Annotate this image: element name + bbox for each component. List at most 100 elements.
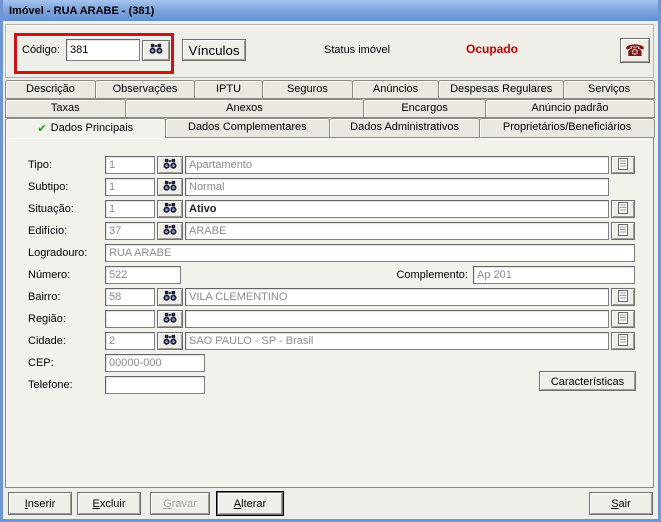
situacao-detail-button[interactable] — [611, 200, 635, 218]
tipo-label: Tipo: — [28, 159, 53, 171]
note-icon — [618, 311, 628, 327]
status-value: Ocupado — [466, 42, 519, 56]
bairro-row: Bairro: 58 VILA CLEMENTINO — [6, 288, 653, 308]
complemento-input[interactable]: Ap 201 — [473, 266, 635, 284]
tipo-search-button[interactable] — [157, 156, 183, 174]
binoculars-icon — [163, 158, 177, 173]
cidade-code-input[interactable]: 2 — [105, 332, 155, 350]
edificio-row: Edifício: 37 ARABE — [6, 222, 653, 242]
tab-dados-principais[interactable]: ✔ Dados Principais — [5, 118, 166, 138]
note-icon — [618, 223, 628, 239]
note-icon — [618, 201, 628, 217]
subtipo-code-input[interactable]: 1 — [105, 178, 155, 196]
situacao-search-button[interactable] — [157, 200, 183, 218]
codigo-label: Código: — [22, 44, 60, 56]
regiao-detail-button[interactable] — [611, 310, 635, 328]
tab-proprietarios-beneficiarios[interactable]: Proprietários/Beneficiários — [479, 118, 655, 137]
tab-encargos[interactable]: Encargos — [363, 99, 486, 118]
cep-input[interactable]: 00000-000 — [105, 354, 205, 372]
excluir-button[interactable]: Excluir — [77, 492, 141, 515]
edificio-search-button[interactable] — [157, 222, 183, 240]
subtipo-value-input[interactable]: Normal — [185, 178, 609, 196]
binoculars-icon — [163, 224, 177, 239]
situacao-label: Situação: — [28, 203, 74, 215]
telefone-label: Telefone: — [28, 379, 73, 391]
binoculars-icon — [163, 290, 177, 305]
tab-iptu[interactable]: IPTU — [194, 80, 263, 99]
gravar-button: Gravar — [150, 492, 210, 515]
subtipo-label: Subtipo: — [28, 181, 69, 193]
edificio-label: Edifício: — [28, 225, 68, 237]
note-icon — [618, 333, 628, 349]
bairro-search-button[interactable] — [157, 288, 183, 306]
tab-dados-principais-label: Dados Principais — [50, 122, 134, 134]
binoculars-icon — [163, 312, 177, 327]
bairro-label: Bairro: — [28, 291, 61, 303]
phone-button[interactable]: ☎ — [620, 38, 650, 63]
codigo-search-button[interactable] — [142, 40, 170, 61]
binoculars-icon — [163, 334, 177, 349]
window-title: Imóvel - RUA ARABE - (381) — [9, 4, 155, 17]
regiao-value-input[interactable] — [185, 310, 609, 328]
logradouro-row: Logradouro: RUA ARABE — [6, 244, 653, 264]
complemento-label: Complemento: — [396, 269, 468, 281]
binoculars-icon — [163, 180, 177, 195]
tipo-code-input[interactable]: 1 — [105, 156, 155, 174]
tipo-detail-button[interactable] — [611, 156, 635, 174]
edificio-detail-button[interactable] — [611, 222, 635, 240]
tab-strip-1: Descrição Observações IPTU Seguros Anúnc… — [5, 80, 656, 99]
note-icon — [618, 289, 628, 305]
tab-strip-2: Taxas Anexos Encargos Anúncio padrão — [5, 99, 655, 118]
bairro-code-input[interactable]: 58 — [105, 288, 155, 306]
status-label: Status imóvel — [324, 44, 391, 56]
numero-input[interactable]: 522 — [105, 266, 181, 284]
alterar-button[interactable]: Alterar — [217, 492, 283, 515]
tab-observacoes[interactable]: Observações — [94, 80, 196, 99]
regiao-search-button[interactable] — [157, 310, 183, 328]
tab-servicos[interactable]: Serviços — [563, 80, 656, 99]
cidade-value-input[interactable]: SAO PAULO - SP - Brasil — [185, 332, 609, 350]
tab-anuncios[interactable]: Anúncios — [351, 80, 440, 99]
tab-dados-administrativos[interactable]: Dados Administrativos — [329, 118, 481, 137]
inserir-button[interactable]: Inserir — [8, 492, 72, 515]
cidade-detail-button[interactable] — [611, 332, 635, 350]
regiao-code-input[interactable] — [105, 310, 155, 328]
caracteristicas-button[interactable]: Características — [539, 371, 636, 391]
edificio-value-input[interactable]: ARABE — [185, 222, 609, 240]
situacao-value-input[interactable]: Ativo — [185, 200, 609, 218]
tab-despesas-regulares[interactable]: Despesas Regulares — [438, 80, 565, 99]
sair-button[interactable]: Sair — [589, 492, 653, 515]
numero-row: Número: 522 Complemento: Ap 201 — [6, 266, 653, 286]
logradouro-input[interactable]: RUA ARABE — [105, 244, 635, 262]
header-panel: Código: 381 Vínculos Status imóvel Ocupa… — [5, 24, 654, 78]
tipo-value-input[interactable]: Apartamento — [185, 156, 609, 174]
imovel-window: Imóvel - RUA ARABE - (381) Código: 381 V… — [0, 0, 661, 522]
tab-dados-complementares[interactable]: Dados Complementares — [164, 118, 331, 137]
titlebar[interactable]: Imóvel - RUA ARABE - (381) — [3, 0, 658, 21]
logradouro-label: Logradouro: — [28, 247, 88, 259]
phone-icon: ☎ — [625, 40, 645, 60]
note-icon — [618, 157, 628, 173]
subtipo-row: Subtipo: 1 Normal — [6, 178, 653, 198]
tab-taxas[interactable]: Taxas — [5, 99, 126, 118]
binoculars-icon — [149, 43, 163, 58]
codigo-input[interactable]: 381 — [66, 39, 140, 61]
situacao-row: Situação: 1 Ativo — [6, 200, 653, 220]
situacao-code-input[interactable]: 1 — [105, 200, 155, 218]
check-icon: ✔ — [37, 122, 47, 135]
cidade-row: Cidade: 2 SAO PAULO - SP - Brasil — [6, 332, 653, 352]
cidade-label: Cidade: — [28, 335, 66, 347]
bairro-value-input[interactable]: VILA CLEMENTINO — [185, 288, 609, 306]
vinculos-button[interactable]: Vínculos — [182, 39, 246, 61]
numero-label: Número: — [28, 269, 71, 281]
tab-descricao[interactable]: Descrição — [5, 80, 96, 99]
edificio-code-input[interactable]: 37 — [105, 222, 155, 240]
bairro-detail-button[interactable] — [611, 288, 635, 306]
telefone-input[interactable] — [105, 376, 205, 394]
tab-strip-3: ✔ Dados Principais Dados Complementares … — [5, 118, 655, 138]
tab-seguros[interactable]: Seguros — [261, 80, 353, 99]
subtipo-search-button[interactable] — [157, 178, 183, 196]
tab-anexos[interactable]: Anexos — [124, 99, 365, 118]
tab-anuncio-padrao[interactable]: Anúncio padrão — [484, 99, 655, 118]
cidade-search-button[interactable] — [157, 332, 183, 350]
